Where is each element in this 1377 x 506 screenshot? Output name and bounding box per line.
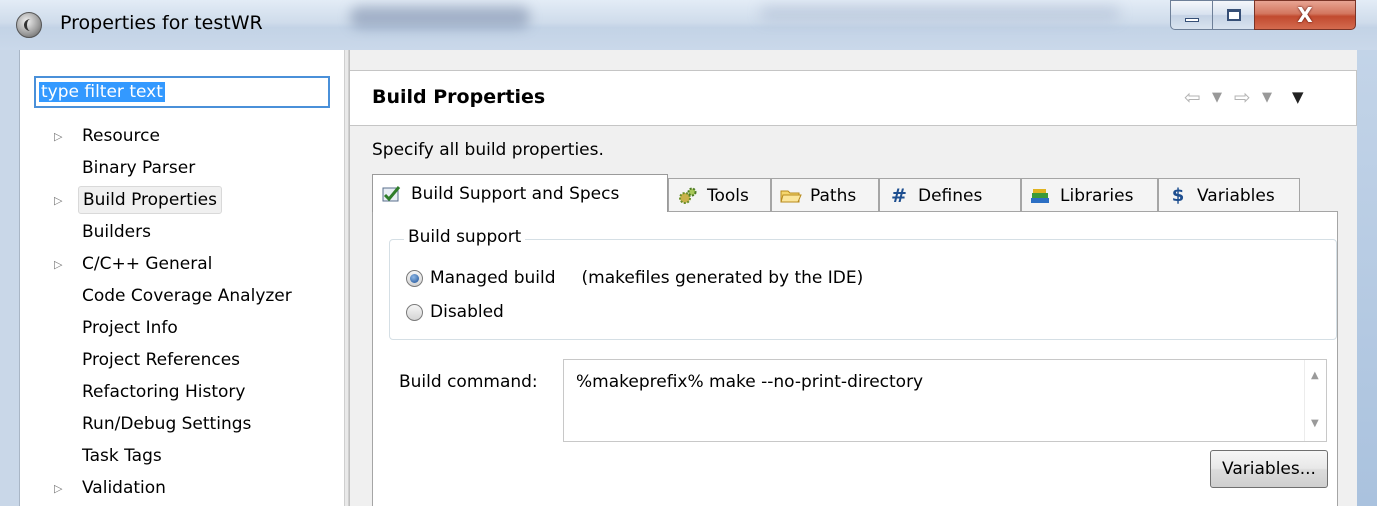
tree-item-task-tags[interactable]: Task Tags xyxy=(20,442,345,472)
minimize-button[interactable] xyxy=(1170,0,1213,30)
tree-item-code-coverage-analyzer[interactable]: Code Coverage Analyzer xyxy=(20,282,345,312)
minimize-icon xyxy=(1184,18,1199,22)
managed-build-note: (makefiles generated by the IDE) xyxy=(581,268,864,288)
back-dropdown-icon[interactable]: ▼ xyxy=(1212,90,1222,105)
window-title: Properties for testWR xyxy=(60,12,263,34)
tree-item-run-debug-settings[interactable]: Run/Debug Settings xyxy=(20,410,345,440)
build-command-text: %makeprefix% make --no-print-directory xyxy=(576,372,924,392)
build-support-legend: Build support xyxy=(404,227,526,247)
close-icon: X xyxy=(1297,3,1313,27)
tree-item-builders[interactable]: Builders xyxy=(20,218,345,248)
forward-arrow-icon[interactable]: ⇨ xyxy=(1234,85,1251,109)
checklist-icon xyxy=(381,184,403,204)
managed-build-radio[interactable]: Managed build (makefiles generated by th… xyxy=(406,268,863,288)
expand-arrow-icon[interactable]: ▷ xyxy=(54,123,62,151)
expand-arrow-icon[interactable]: ▷ xyxy=(54,187,62,215)
radio-checked-icon[interactable] xyxy=(406,269,423,287)
maximize-icon xyxy=(1226,9,1241,21)
window-frame-edge xyxy=(1357,50,1377,506)
tab-defines[interactable]: # Defines xyxy=(879,178,1021,212)
tab-tools[interactable]: Tools xyxy=(668,178,771,212)
maximize-button[interactable] xyxy=(1212,0,1255,30)
dollar-icon: $ xyxy=(1171,185,1185,206)
page-header: Build Properties ⇦ ▼ ⇨ ▼ ▼ xyxy=(350,70,1357,126)
tab-build-support-and-specs[interactable]: Build Support and Specs xyxy=(372,174,668,212)
expand-arrow-icon[interactable]: ▷ xyxy=(54,475,62,503)
forward-dropdown-icon[interactable]: ▼ xyxy=(1262,90,1272,105)
tree-item-project-references[interactable]: Project References xyxy=(20,346,345,376)
build-support-group: Build support Managed build (makefiles g… xyxy=(389,227,1337,340)
title-bar: Properties for testWR X xyxy=(0,0,1377,50)
build-command-scrollbar[interactable]: ▲ ▼ xyxy=(1304,360,1326,441)
tab-libraries[interactable]: Libraries xyxy=(1021,178,1158,212)
folder-icon xyxy=(780,186,802,206)
disabled-radio[interactable]: Disabled xyxy=(406,302,504,322)
filter-input-text: type filter text xyxy=(39,82,165,102)
tree-item-binary-parser[interactable]: Binary Parser xyxy=(20,154,345,184)
expand-arrow-icon[interactable]: ▷ xyxy=(54,251,62,279)
tree-item-cpp-general[interactable]: ▷ C/C++ General xyxy=(20,250,345,280)
build-command-field[interactable]: %makeprefix% make --no-print-directory ▲… xyxy=(563,359,1327,442)
properties-page: Build Properties ⇦ ▼ ⇨ ▼ ▼ Specify all b… xyxy=(349,50,1357,506)
tree-item-validation[interactable]: ▷ Validation xyxy=(20,474,345,504)
tab-panel-build-support: Build support Managed build (makefiles g… xyxy=(372,211,1338,506)
tree-item-refactoring-history[interactable]: Refactoring History xyxy=(20,378,345,408)
scroll-down-icon[interactable]: ▼ xyxy=(1311,418,1319,429)
tab-variables[interactable]: $ Variables xyxy=(1158,178,1300,212)
tree-item-project-info[interactable]: Project Info xyxy=(20,314,345,344)
page-description: Specify all build properties. xyxy=(372,140,604,160)
close-button[interactable]: X xyxy=(1254,0,1356,30)
page-title: Build Properties xyxy=(372,86,546,108)
navigation-pane: type filter text ▷ Resource Binary Parse… xyxy=(19,50,344,506)
view-menu-icon[interactable]: ▼ xyxy=(1292,88,1304,106)
filter-input[interactable]: type filter text xyxy=(34,76,330,108)
variables-button[interactable]: Variables... xyxy=(1210,450,1328,488)
scroll-up-icon[interactable]: ▲ xyxy=(1311,370,1319,381)
build-command-label: Build command: xyxy=(399,372,538,392)
tree-item-build-properties[interactable]: ▷ Build Properties xyxy=(20,186,345,216)
books-icon xyxy=(1030,186,1052,206)
back-arrow-icon[interactable]: ⇦ xyxy=(1184,85,1201,109)
app-icon xyxy=(16,12,42,38)
hash-icon: # xyxy=(891,184,907,207)
tree-item-resource[interactable]: ▷ Resource xyxy=(20,122,345,152)
tab-paths[interactable]: Paths xyxy=(771,178,879,212)
radio-unchecked-icon[interactable] xyxy=(406,303,423,321)
gears-icon xyxy=(677,186,699,206)
